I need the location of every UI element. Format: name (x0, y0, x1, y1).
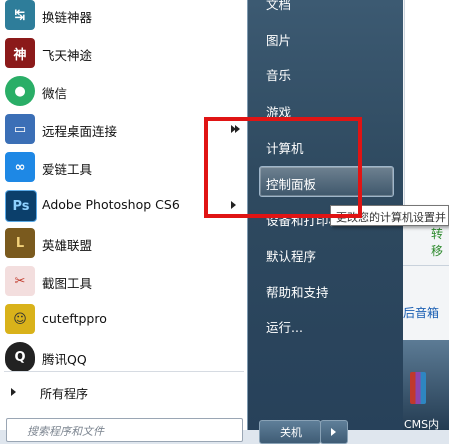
program-item-link-swap[interactable]: ↹ 换链神器 (0, 0, 247, 34)
league-of-legends-icon: L (5, 228, 35, 258)
remote-desktop-icon: ▭ (5, 114, 35, 144)
place-default-programs[interactable]: 默认程序 (266, 246, 316, 265)
shutdown-options-button[interactable] (320, 420, 348, 444)
program-item-cuteftp[interactable]: ☺ cuteftppro (0, 300, 247, 338)
wechat-icon: ● (5, 76, 35, 106)
winrar-books-icon (410, 372, 426, 404)
scissors-icon: ✂ (5, 266, 35, 296)
program-item-lol[interactable]: L 英雄联盟 (0, 224, 247, 262)
shutdown-label: 关机 (280, 426, 302, 439)
program-label: 截图工具 (42, 276, 93, 291)
background-panel (404, 0, 449, 205)
program-label: Adobe Photoshop CS6 (42, 197, 180, 212)
program-item-feitian[interactable]: 神 飞天神途 (0, 34, 247, 72)
background-text: 转移 (431, 227, 444, 258)
program-label: 英雄联盟 (42, 238, 93, 253)
link-swap-icon: ↹ (5, 0, 35, 30)
game-feitian-icon: 神 (5, 38, 35, 68)
program-label: 远程桌面连接 (42, 124, 118, 139)
program-label: cuteftppro (42, 311, 107, 326)
annotation-highlight-box (204, 117, 362, 218)
place-documents[interactable]: 文档 (266, 0, 291, 13)
place-help-support[interactable]: 帮助和支持 (266, 282, 329, 301)
chain-link-icon: ∞ (5, 152, 35, 182)
search-placeholder: 搜索程序和文件 (27, 425, 104, 438)
program-label: 飞天神途 (42, 48, 93, 63)
programs-divider (4, 371, 244, 372)
search-input[interactable]: 搜索程序和文件 (6, 418, 243, 442)
photoshop-icon: Ps (5, 190, 37, 222)
program-label: 换链神器 (42, 10, 93, 25)
arrow-right-icon (11, 388, 16, 396)
program-label: 腾讯QQ (42, 352, 87, 367)
program-label: 爱链工具 (42, 162, 93, 177)
background-divider (402, 265, 449, 266)
program-item-wechat[interactable]: ● 微信 (0, 72, 247, 110)
all-programs-button[interactable]: 所有程序 (0, 374, 247, 410)
qq-penguin-icon: Q (5, 342, 35, 372)
program-item-snipping-tool[interactable]: ✂ 截图工具 (0, 262, 247, 300)
program-label: 微信 (42, 86, 68, 101)
cuteftp-icon: ☺ (5, 304, 35, 334)
place-run[interactable]: 运行... (266, 317, 303, 336)
all-programs-label: 所有程序 (40, 387, 89, 401)
place-pictures[interactable]: 图片 (266, 30, 291, 49)
shutdown-button[interactable]: 关机 (259, 420, 321, 444)
place-music[interactable]: 音乐 (266, 65, 291, 84)
arrow-right-icon (331, 428, 336, 436)
background-link[interactable]: 后音箱 (403, 304, 439, 321)
